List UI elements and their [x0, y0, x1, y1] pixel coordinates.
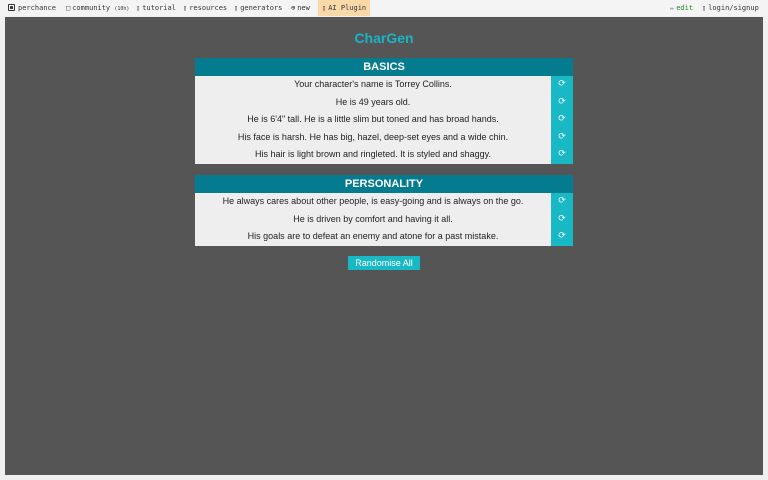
nav-resources-label: resources	[189, 4, 228, 12]
basics-row-face: His face is harsh. He has big, hazel, de…	[195, 128, 573, 147]
basics-row-hair: His hair is light brown and ringleted. I…	[195, 146, 573, 164]
user-icon: ▯	[702, 4, 707, 12]
personality-row-motivation: He is driven by comfort and having it al…	[195, 210, 573, 229]
basics-row-build: He is 6'4" tall. He is a little slim but…	[195, 111, 573, 129]
basics-row-text: Your character's name is Torrey Collins.	[195, 76, 551, 94]
nav-edit-label: edit	[676, 4, 694, 12]
refresh-icon: ⟳	[558, 149, 566, 160]
nav-tutorial-link[interactable]: ▯ tutorial	[136, 0, 176, 16]
personality-row-traits: He always cares about other people, is e…	[195, 193, 573, 211]
dice-icon	[8, 4, 15, 11]
refresh-icon: ⟳	[558, 96, 566, 107]
page-title: CharGen	[354, 30, 414, 46]
nav-brand-link[interactable]: perchance	[8, 0, 56, 16]
nav-login-link[interactable]: ▯ login/signup	[702, 0, 759, 16]
basics-row-age: He is 49 years old. ⟳	[195, 93, 573, 112]
reroll-motivation-button[interactable]: ⟳	[551, 210, 573, 229]
plus-circle-icon: ⊕	[291, 4, 296, 12]
basics-row-text: He is 6'4" tall. He is a little slim but…	[195, 111, 551, 129]
refresh-icon: ⟳	[558, 79, 566, 89]
reroll-traits-button[interactable]: ⟳	[551, 193, 573, 211]
nav-community-label: community	[72, 4, 111, 12]
personality-row-goals: His goals are to defeat an enemy and ato…	[195, 228, 573, 246]
basics-row-text: His hair is light brown and ringleted. I…	[195, 146, 551, 164]
nav-ai-plugin-link[interactable]: ▯ AI Plugin	[318, 0, 371, 16]
refresh-icon: ⟳	[558, 114, 566, 125]
nav-new-label: new	[297, 4, 310, 12]
reroll-age-button[interactable]: ⟳	[551, 93, 573, 112]
community-icon: □	[66, 4, 71, 12]
nav-tutorial-label: tutorial	[142, 4, 176, 12]
pencil-icon: ✏	[670, 4, 675, 12]
nav-brand-label: perchance	[18, 4, 56, 12]
personality-row-text: He always cares about other people, is e…	[195, 193, 551, 211]
refresh-icon: ⟳	[558, 196, 566, 206]
reroll-face-button[interactable]: ⟳	[551, 128, 573, 147]
nav-edit-link[interactable]: ✏ edit	[670, 0, 693, 16]
basics-panel: BASICS Your character's name is Torrey C…	[195, 58, 573, 164]
ai-plugin-icon: ▯	[322, 4, 327, 12]
personality-heading: PERSONALITY	[195, 175, 573, 193]
nav-community-count: (10h)	[114, 6, 130, 12]
generators-icon: ▯	[234, 4, 239, 12]
nav-resources-link[interactable]: ▯ resources	[183, 0, 227, 16]
personality-row-text: He is driven by comfort and having it al…	[195, 210, 551, 229]
personality-panel: PERSONALITY He always cares about other …	[195, 175, 573, 246]
reroll-goals-button[interactable]: ⟳	[551, 228, 573, 246]
personality-row-text: His goals are to defeat an enemy and ato…	[195, 228, 551, 246]
tutorial-icon: ▯	[136, 4, 141, 12]
reroll-build-button[interactable]: ⟳	[551, 111, 573, 129]
basics-row-text: His face is harsh. He has big, hazel, de…	[195, 128, 551, 147]
nav-generators-label: generators	[240, 4, 283, 12]
basics-row-name: Your character's name is Torrey Collins.…	[195, 76, 573, 94]
reroll-hair-button[interactable]: ⟳	[551, 146, 573, 164]
nav-new-link[interactable]: ⊕ new	[291, 0, 310, 16]
randomise-all-button[interactable]: Randomise All	[348, 256, 420, 270]
basics-heading: BASICS	[195, 58, 573, 76]
refresh-icon: ⟳	[558, 213, 566, 224]
nav-login-label: login/signup	[708, 4, 759, 12]
generator-output-area: CharGen BASICS Your character's name is …	[5, 17, 763, 475]
top-nav-bar: perchance □ community (10h) ▯ tutorial ▯ re…	[0, 0, 768, 16]
nav-community-link[interactable]: □ community (10h)	[66, 0, 129, 16]
nav-ai-plugin-label: AI Plugin	[328, 4, 367, 12]
refresh-icon: ⟳	[558, 131, 566, 142]
refresh-icon: ⟳	[558, 231, 566, 242]
nav-generators-link[interactable]: ▯ generators	[234, 0, 282, 16]
basics-row-text: He is 49 years old.	[195, 93, 551, 112]
resources-icon: ▯	[183, 4, 188, 12]
reroll-name-button[interactable]: ⟳	[551, 76, 573, 94]
